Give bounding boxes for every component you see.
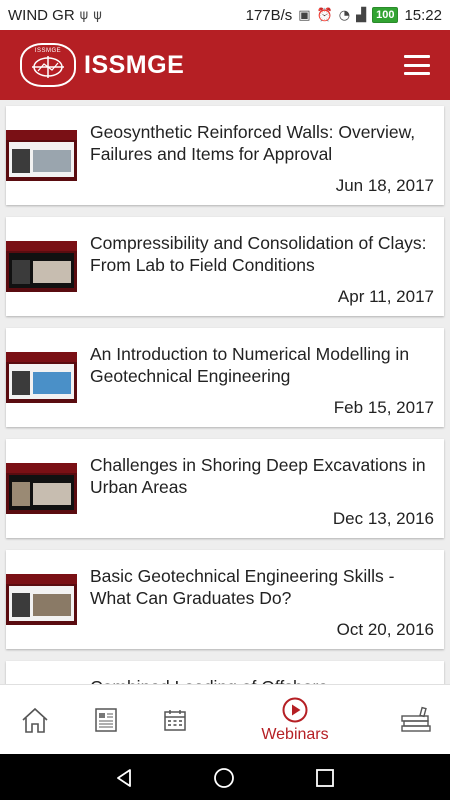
calendar-icon (164, 710, 186, 731)
webinar-card[interactable]: Combined Loading of Offshore (6, 661, 444, 684)
library-icon (401, 706, 431, 732)
webinar-card[interactable]: Compressibility and Consolidation of Cla… (6, 217, 444, 316)
bottom-navigation: Webinars (0, 684, 450, 754)
webinar-date: Oct 20, 2016 (336, 620, 434, 639)
webinar-title: Compressibility and Consolidation of Cla… (90, 233, 427, 275)
signal-icon: ▟ (356, 7, 367, 23)
logo-badge-icon: ISSMGE (20, 43, 76, 87)
usb-icon: ψ (79, 7, 89, 23)
webinar-card[interactable]: An Introduction to Numerical Modelling i… (6, 328, 444, 427)
usb-debug-icon: ψ (93, 7, 102, 23)
home-button-icon[interactable] (213, 767, 235, 789)
issmge-logo[interactable]: ISSMGE ISSMGE (20, 43, 184, 87)
webinar-thumbnail (6, 130, 77, 181)
nav-home[interactable] (14, 685, 56, 755)
alarm-icon: ⏰ (316, 7, 333, 23)
webinar-date: Jun 18, 2017 (335, 176, 434, 195)
nav-events[interactable] (157, 685, 193, 755)
webinar-card[interactable]: Basic Geotechnical Engineering Skills - … (6, 550, 444, 649)
webinar-date: Feb 15, 2017 (333, 398, 434, 417)
nav-webinars-label: Webinars (261, 726, 329, 743)
webinar-title: Geosynthetic Reinforced Walls: Overview,… (90, 122, 416, 164)
webinar-title: Basic Geotechnical Engineering Skills - … (90, 566, 395, 608)
battery-level: 100 (372, 7, 399, 23)
webinar-card[interactable]: Geosynthetic Reinforced Walls: Overview,… (6, 106, 444, 205)
hamburger-menu-icon[interactable] (404, 55, 430, 75)
webinar-thumbnail (6, 241, 77, 292)
wifi-icon: ◔ (338, 7, 351, 23)
webinar-title: An Introduction to Numerical Modelling i… (90, 344, 410, 386)
globe-icon (32, 56, 64, 78)
recents-icon[interactable] (314, 767, 336, 789)
play-icon (282, 697, 308, 723)
webinar-date: Dec 13, 2016 (332, 509, 434, 528)
back-icon[interactable] (113, 767, 135, 789)
data-rate: 177B/s (245, 6, 293, 24)
nav-library[interactable] (396, 685, 436, 755)
clock: 15:22 (404, 6, 442, 24)
news-icon (95, 708, 117, 732)
brand-title: ISSMGE (84, 50, 185, 79)
webinar-thumbnail (6, 574, 77, 625)
webinar-list[interactable]: Geosynthetic Reinforced Walls: Overview,… (0, 100, 450, 684)
status-bar: WIND GR ψ ψ 177B/s ▣ ⏰ ◔ ▟ 100 15:22 (0, 0, 450, 30)
webinar-thumbnail (6, 463, 77, 514)
system-navigation-bar (0, 754, 450, 800)
nav-webinars[interactable]: Webinars (250, 685, 340, 755)
app-header: ISSMGE ISSMGE (0, 30, 450, 100)
carrier-name: WIND GR (8, 6, 75, 24)
home-icon (22, 707, 48, 733)
webinar-card[interactable]: Challenges in Shoring Deep Excavations i… (6, 439, 444, 538)
nav-news[interactable] (88, 685, 124, 755)
webinar-title: Combined Loading of Offshore (90, 676, 434, 684)
webinar-thumbnail (6, 352, 77, 403)
webinar-title: Challenges in Shoring Deep Excavations i… (90, 455, 426, 497)
nfc-icon: ▣ (298, 7, 311, 23)
logo-small-text: ISSMGE (34, 48, 62, 54)
webinar-date: Apr 11, 2017 (337, 287, 434, 306)
